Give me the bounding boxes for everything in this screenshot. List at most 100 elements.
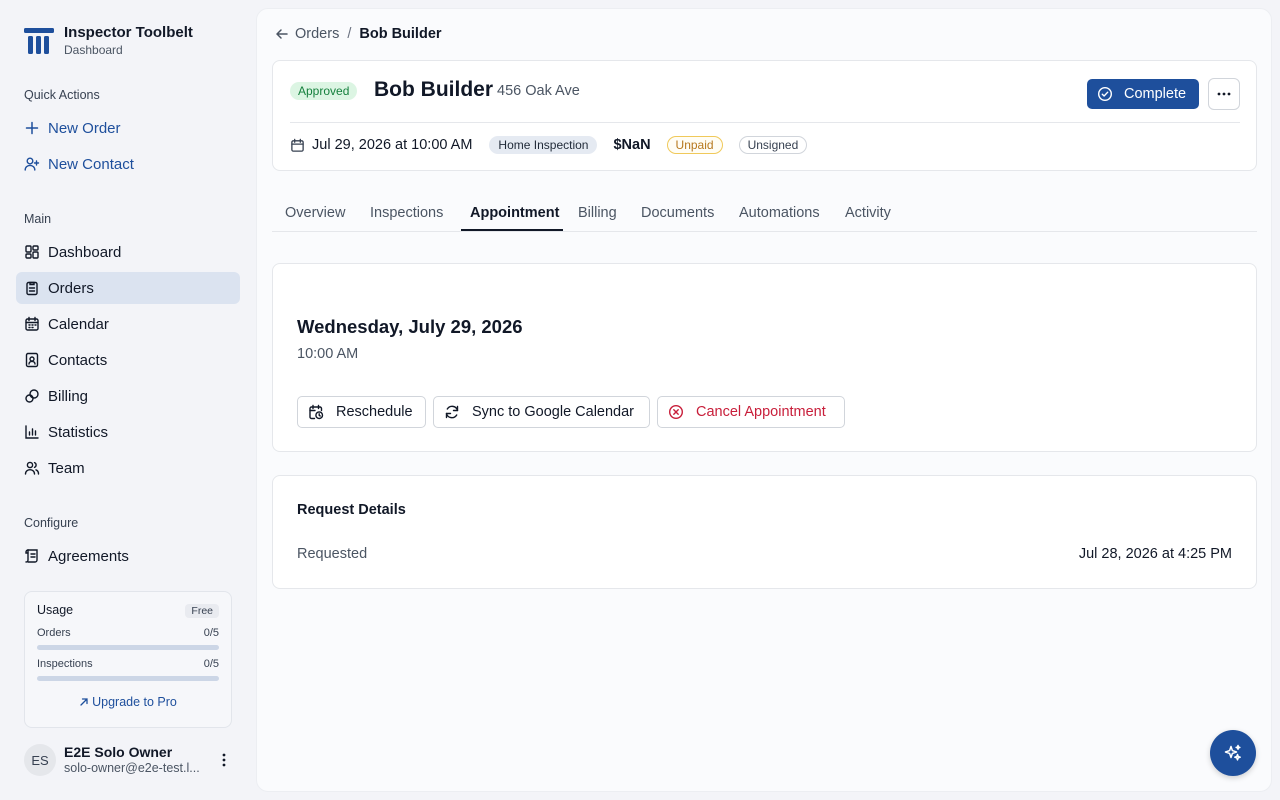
inspections-usage-value: 0/5 (203, 658, 219, 670)
appointment-card: Wednesday, July 29, 2026 10:00 AM Resche… (272, 263, 1257, 452)
new-order-button[interactable]: New Order (16, 112, 240, 144)
check-circle-icon (1097, 86, 1113, 102)
user-email: solo-owner@e2e-test.l... (64, 761, 200, 775)
cancel-label: Cancel Appointment (696, 404, 826, 420)
app-subtitle: Dashboard (64, 43, 123, 57)
user-plus-icon (24, 156, 40, 172)
main-section-label: Main (24, 212, 52, 226)
header-divider (290, 122, 1240, 123)
order-header-card: Approved Bob Builder 456 Oak Ave Complet… (272, 60, 1257, 171)
order-meta: Jul 29, 2026 at 10:00 AM Home Inspection… (290, 135, 808, 155)
sparkles-icon (1224, 744, 1241, 761)
ai-assistant-button[interactable] (1210, 730, 1256, 776)
sidebar-item-label: Orders (48, 279, 94, 297)
main-content: Orders / Bob Builder Approved Bob Builde… (256, 8, 1272, 792)
sidebar-item-agreements[interactable]: Agreements (16, 540, 240, 572)
inspections-usage-bar (37, 676, 219, 681)
breadcrumb-orders-link[interactable]: Orders (295, 26, 339, 42)
tab-automations[interactable]: Automations (739, 205, 820, 232)
orders-usage-value: 0/5 (203, 627, 219, 639)
active-tab-indicator (461, 229, 563, 231)
more-actions-button[interactable] (1208, 78, 1240, 110)
payment-status-badge: Unpaid (666, 136, 723, 154)
tab-activity[interactable]: Activity (845, 205, 891, 232)
tab-inspections[interactable]: Inspections (370, 205, 443, 232)
sidebar-item-contacts[interactable]: Contacts (16, 344, 240, 376)
scroll-icon (24, 548, 40, 564)
new-contact-label: New Contact (48, 155, 134, 173)
orders-usage-row: Orders 0/5 (37, 627, 219, 639)
sync-google-calendar-button[interactable]: Sync to Google Calendar (433, 396, 650, 428)
x-circle-icon (668, 404, 684, 420)
logo-icon (24, 28, 54, 54)
order-tabs: Overview Inspections Appointment Billing… (272, 199, 1257, 232)
brand[interactable]: Inspector Toolbelt Dashboard (24, 24, 193, 58)
app-name: Inspector Toolbelt (64, 24, 193, 41)
breadcrumb-current: Bob Builder (359, 26, 442, 42)
usage-title: Usage (37, 603, 74, 617)
sidebar-item-label: Calendar (48, 315, 109, 333)
sidebar-item-label: Team (48, 459, 85, 477)
order-price: $NaN (613, 137, 651, 153)
arrow-left-icon[interactable] (275, 27, 289, 41)
breadcrumb-separator: / (347, 26, 352, 42)
order-title: Bob Builder (374, 78, 493, 101)
request-details-title: Request Details (297, 502, 406, 518)
sidebar: Inspector Toolbelt Dashboard Quick Actio… (0, 0, 256, 800)
calendar-icon (24, 316, 40, 332)
orders-usage-bar (37, 645, 219, 650)
refresh-icon (445, 405, 459, 419)
plan-badge: Free (185, 604, 219, 618)
requested-value: Jul 28, 2026 at 4:25 PM (1078, 546, 1232, 562)
upgrade-link[interactable]: Upgrade to Pro (25, 695, 231, 709)
tab-documents[interactable]: Documents (641, 205, 714, 232)
avatar: ES (24, 744, 56, 776)
user-name: E2E Solo Owner (64, 744, 173, 760)
sidebar-item-team[interactable]: Team (16, 452, 240, 484)
tab-billing[interactable]: Billing (578, 205, 617, 232)
new-contact-button[interactable]: New Contact (16, 148, 240, 180)
status-badge: Approved (290, 82, 358, 100)
more-vertical-icon[interactable] (216, 752, 232, 768)
appointment-date: Wednesday, July 29, 2026 (297, 316, 523, 337)
request-details-card: Request Details Requested Jul 28, 2026 a… (272, 475, 1257, 589)
inspections-usage-label: Inspections (37, 658, 93, 670)
user-profile[interactable]: ES E2E Solo Owner solo-owner@e2e-test.l.… (24, 744, 240, 776)
sidebar-item-billing[interactable]: Billing (16, 380, 240, 412)
plus-icon (24, 120, 40, 136)
sidebar-item-label: Contacts (48, 351, 108, 369)
complete-button[interactable]: Complete (1087, 79, 1199, 109)
reschedule-label: Reschedule (336, 404, 413, 420)
arrow-up-right-icon (80, 698, 88, 706)
configure-section-label: Configure (24, 516, 79, 530)
billing-icon (24, 388, 40, 404)
tab-overview[interactable]: Overview (285, 205, 345, 232)
contact-card-icon (24, 352, 40, 368)
sidebar-item-calendar[interactable]: Calendar (16, 308, 240, 340)
sidebar-item-label: Dashboard (48, 243, 122, 261)
signature-status-badge: Unsigned (738, 136, 808, 154)
clipboard-icon (24, 280, 40, 296)
new-order-label: New Order (48, 119, 121, 137)
sidebar-item-label: Statistics (48, 423, 109, 441)
orders-usage-label: Orders (37, 627, 71, 639)
sidebar-item-statistics[interactable]: Statistics (16, 416, 240, 448)
reschedule-button[interactable]: Reschedule (297, 396, 426, 428)
requested-label: Requested (297, 546, 368, 562)
calendar-clock-icon (309, 404, 324, 420)
breadcrumb: Orders / Bob Builder (275, 26, 442, 42)
inspection-type-badge: Home Inspection (489, 136, 598, 154)
complete-label: Complete (1124, 86, 1187, 102)
sidebar-item-dashboard[interactable]: Dashboard (16, 236, 240, 268)
sync-label: Sync to Google Calendar (472, 404, 635, 420)
quick-actions-label: Quick Actions (24, 88, 100, 102)
sidebar-item-label: Billing (48, 387, 89, 405)
bar-chart-icon (24, 424, 40, 440)
sidebar-item-label: Agreements (48, 547, 129, 565)
tab-appointment[interactable]: Appointment (470, 205, 559, 232)
sidebar-item-orders[interactable]: Orders (16, 272, 240, 304)
appointment-time: 10:00 AM (297, 346, 359, 362)
cancel-appointment-button[interactable]: Cancel Appointment (657, 396, 845, 428)
calendar-icon (291, 138, 304, 152)
order-date: Jul 29, 2026 at 10:00 AM (312, 137, 473, 153)
